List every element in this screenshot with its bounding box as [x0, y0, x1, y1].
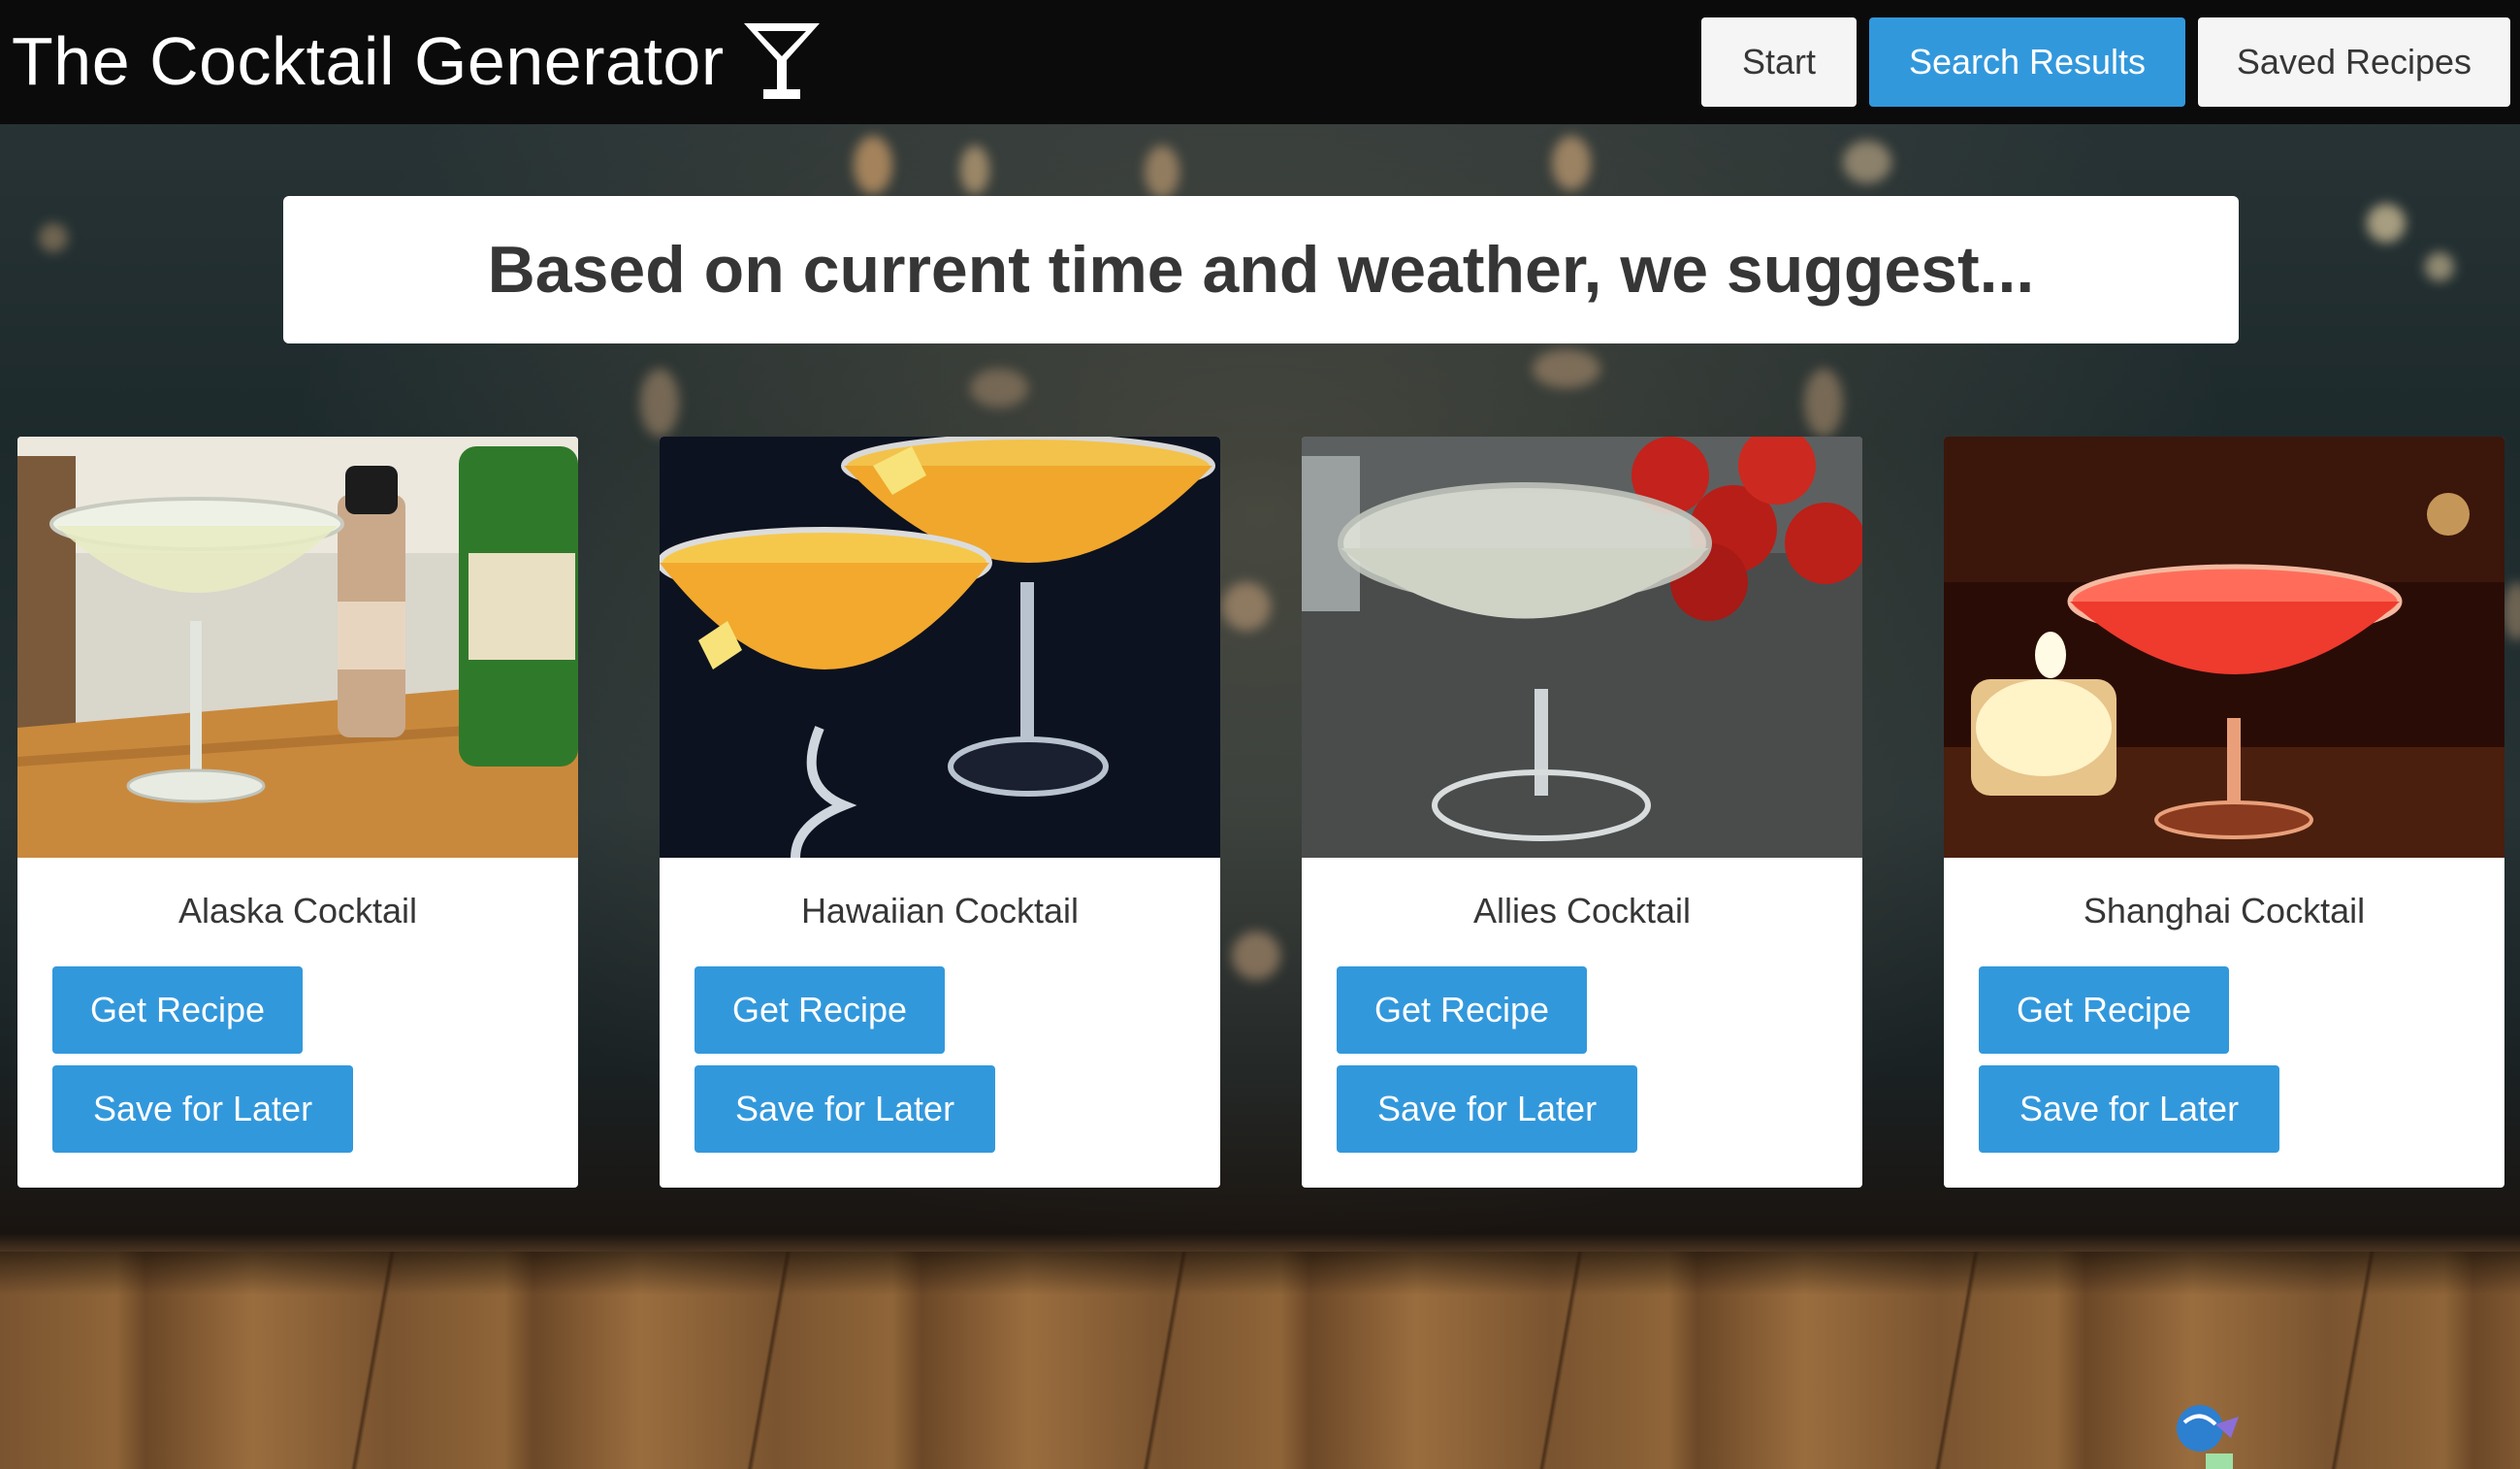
- hawaiian-cocktail-photo: [660, 437, 1220, 858]
- cocktail-card: Shanghai Cocktail Get Recipe Save for La…: [1944, 437, 2504, 1188]
- cocktail-card: Alaska Cocktail Get Recipe Save for Late…: [17, 437, 578, 1188]
- get-recipe-button[interactable]: Get Recipe: [1337, 966, 1587, 1054]
- cocktail-name: Allies Cocktail: [1472, 891, 1692, 930]
- top-navbar: The Cocktail Generator Start Search Resu…: [0, 0, 2520, 124]
- nav-start-button[interactable]: Start: [1701, 17, 1857, 107]
- suggestion-banner: Based on current time and weather, we su…: [283, 196, 2239, 343]
- get-recipe-button[interactable]: Get Recipe: [52, 966, 303, 1054]
- save-for-later-button[interactable]: Save for Later: [1979, 1065, 2279, 1153]
- save-for-later-button[interactable]: Save for Later: [52, 1065, 353, 1153]
- cocktail-name: Alaska Cocktail: [178, 891, 418, 930]
- brand[interactable]: The Cocktail Generator: [12, 17, 825, 105]
- get-recipe-button[interactable]: Get Recipe: [1979, 966, 2229, 1054]
- cocktail-card: Allies Cocktail Get Recipe Save for Late…: [1302, 437, 1862, 1188]
- suggestion-heading: Based on current time and weather, we su…: [487, 233, 2035, 307]
- alaska-cocktail-photo: [17, 437, 578, 858]
- martini-glass-icon: [743, 23, 820, 99]
- allies-cocktail-photo: [1302, 437, 1862, 858]
- save-for-later-button[interactable]: Save for Later: [1337, 1065, 1637, 1153]
- save-for-later-button[interactable]: Save for Later: [695, 1065, 995, 1153]
- nav-saved-recipes-button[interactable]: Saved Recipes: [2198, 17, 2510, 107]
- nav-search-results-button[interactable]: Search Results: [1869, 17, 2185, 107]
- cocktail-card: Hawaiian Cocktail Get Recipe Save for La…: [660, 437, 1220, 1188]
- get-recipe-button[interactable]: Get Recipe: [695, 966, 945, 1054]
- cocktail-name: Shanghai Cocktail: [2083, 891, 2366, 930]
- app-title: The Cocktail Generator: [12, 23, 725, 99]
- shanghai-cocktail-photo: [1944, 437, 2504, 858]
- assistant-bubble-icon[interactable]: [2169, 1403, 2246, 1469]
- cocktail-name: Hawaiian Cocktail: [800, 891, 1080, 930]
